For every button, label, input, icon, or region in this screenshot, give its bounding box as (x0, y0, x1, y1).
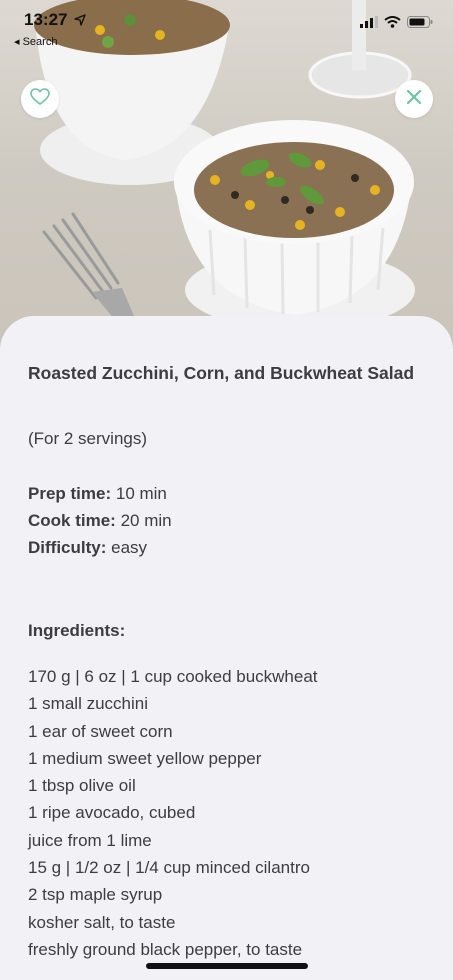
cook-time-label: Cook time: (28, 511, 116, 530)
ingredient-item: juice from 1 lime (28, 830, 152, 850)
prep-time-row: Prep time: 10 min (28, 480, 428, 507)
heart-icon (30, 87, 50, 111)
difficulty-label: Difficulty: (28, 538, 107, 557)
recipe-content: Roasted Zucchini, Corn, and Buckwheat Sa… (28, 360, 428, 980)
cellular-signal-icon (360, 15, 378, 33)
ingredient-item: freshly ground black pepper, to taste (28, 939, 303, 959)
cook-time-row: Cook time: 20 min (28, 507, 428, 534)
prep-time-value: 10 min (111, 484, 167, 503)
ingredient-item: 1 tbsp olive oil (28, 776, 136, 796)
battery-icon (407, 15, 433, 33)
ingredients-list: 170 g | 6 oz | 1 cup cooked buckwheat 1 … (28, 663, 428, 963)
recipe-title: Roasted Zucchini, Corn, and Buckwheat Sa… (28, 363, 415, 383)
ingredient-item: 2 tsp maple syrup (28, 885, 163, 905)
home-indicator[interactable] (146, 963, 308, 969)
close-button[interactable] (395, 80, 433, 118)
ingredient-item: 1 small zucchini (28, 694, 148, 714)
ingredients-heading: Ingredients: (28, 621, 126, 640)
cook-time-value: 20 min (115, 511, 172, 530)
favorite-button[interactable] (21, 80, 59, 118)
back-to-search-link[interactable]: ◂ Search (14, 35, 57, 48)
location-arrow-icon (74, 13, 86, 31)
recipe-servings: (For 2 servings) (28, 429, 148, 448)
ingredient-item: 170 g | 6 oz | 1 cup cooked buckwheat (28, 667, 318, 686)
prep-time-label: Prep time: (28, 484, 112, 503)
wifi-icon (384, 15, 401, 33)
status-icons (360, 15, 433, 33)
ingredient-item: kosher salt, to taste (28, 912, 176, 932)
ingredient-item: 15 g | 1/2 oz | 1/4 cup minced cilantro (28, 858, 310, 878)
ingredient-item: 1 ripe avocado, cubed (28, 803, 196, 823)
recipe-meta: Prep time: 10 min Cook time: 20 min Diff… (28, 480, 428, 561)
close-icon (406, 89, 422, 110)
status-bar: 13:27 ◂ Search (0, 0, 453, 54)
difficulty-row: Difficulty: easy (28, 534, 428, 561)
ingredient-item: 1 ear of sweet corn (28, 721, 173, 741)
status-time: 13:27 (24, 10, 68, 29)
ingredient-item: 1 medium sweet yellow pepper (28, 748, 262, 768)
difficulty-value: easy (106, 538, 148, 557)
